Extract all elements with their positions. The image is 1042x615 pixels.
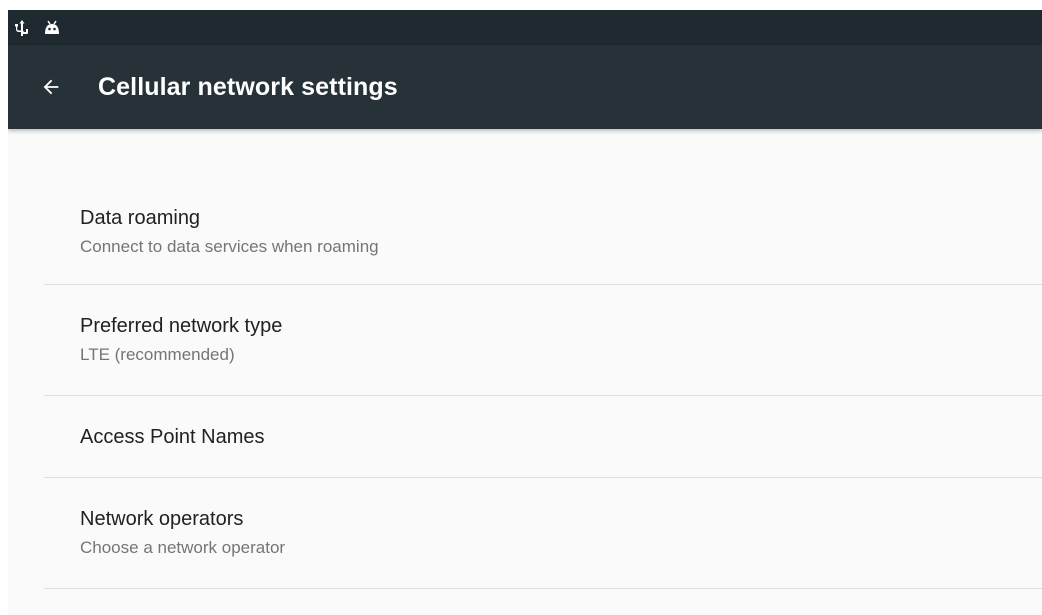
app-toolbar: Cellular network settings xyxy=(8,45,1042,129)
usb-icon xyxy=(14,19,30,36)
pref-summary: LTE (recommended) xyxy=(80,345,235,364)
pref-summary: Connect to data services when roaming xyxy=(80,237,379,256)
android-debug-icon xyxy=(44,20,60,36)
preference-list: Data roaming Connect to data services wh… xyxy=(8,197,1042,589)
pref-title: Network operators xyxy=(80,508,244,530)
pref-title: Preferred network type xyxy=(80,315,283,337)
pref-summary: Choose a network operator xyxy=(80,538,286,557)
settings-screen: Cellular network settings Data roaming C… xyxy=(8,10,1042,615)
back-button[interactable] xyxy=(36,72,66,102)
pref-data-roaming[interactable]: Data roaming Connect to data services wh… xyxy=(44,197,1042,285)
pref-network-operators[interactable]: Network operators Choose a network opera… xyxy=(44,478,1042,589)
pref-access-point-names[interactable]: Access Point Names xyxy=(44,396,1042,478)
status-bar xyxy=(8,10,1042,45)
page-title: Cellular network settings xyxy=(98,72,398,101)
pref-title: Access Point Names xyxy=(80,425,265,448)
pref-preferred-network-type[interactable]: Preferred network type LTE (recommended) xyxy=(44,285,1042,396)
arrow-back-icon xyxy=(43,79,59,95)
pref-title: Data roaming xyxy=(80,207,201,229)
